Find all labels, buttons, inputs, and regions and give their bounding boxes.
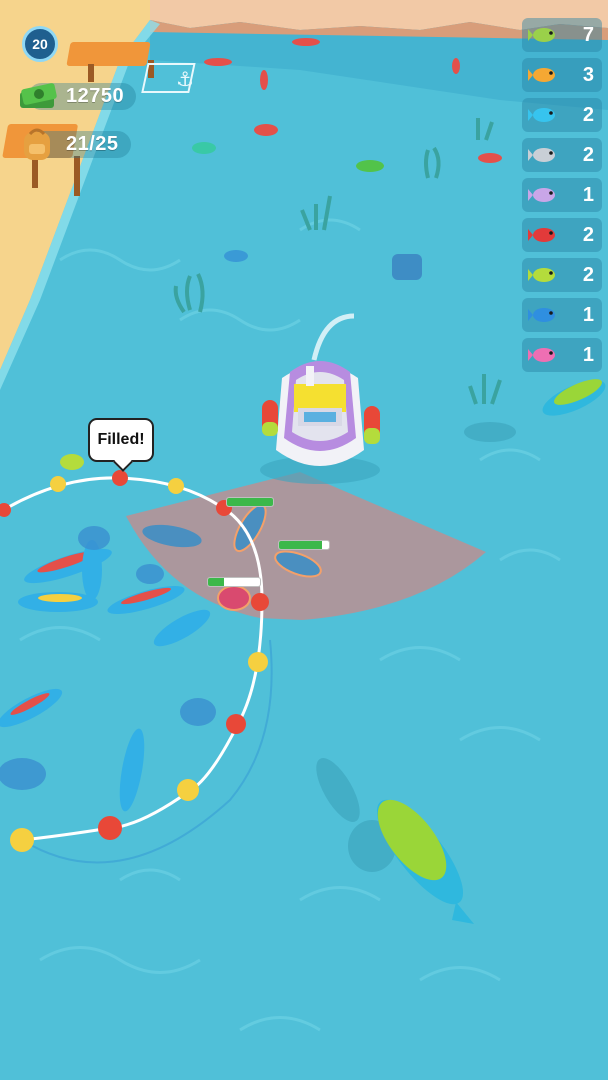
fish-count-value: 1 — [582, 343, 594, 366]
svg-text:⚓: ⚓ — [176, 67, 194, 91]
fish-count-row: 7 — [522, 18, 602, 52]
pink-fish-icon — [528, 348, 555, 362]
fish-count-value: 7 — [582, 23, 594, 46]
level-badge: 20 — [22, 26, 58, 62]
backpack-icon — [24, 128, 50, 160]
fish-count-row: 2 — [522, 258, 602, 292]
fish-count-value: 2 — [582, 143, 594, 166]
fish-count-value: 2 — [582, 103, 594, 126]
fish-count-value: 3 — [582, 63, 594, 86]
striped-fish-icon — [528, 308, 555, 322]
fish-count-row: 3 — [522, 58, 602, 92]
catch-progress-fill-3 — [208, 578, 224, 586]
catch-progress-fill-2 — [279, 541, 322, 549]
cash-stack-icon — [20, 83, 57, 108]
orange-fish-icon — [528, 68, 555, 82]
catch-progress-fill-1 — [227, 498, 273, 506]
lime-fish-icon — [528, 268, 555, 282]
bag-capacity: 21/25 — [16, 126, 131, 162]
fish-count-row: 1 — [522, 338, 602, 372]
speech-bubble: Filled! — [88, 418, 154, 462]
fish-count-value: 1 — [582, 183, 594, 206]
purple-fish-icon — [528, 188, 555, 202]
red-fish-icon — [528, 228, 555, 242]
fish-count-value: 1 — [582, 303, 594, 326]
fish-count-row: 2 — [522, 98, 602, 132]
fish-count-row: 2 — [522, 218, 602, 252]
fish-count-row: 1 — [522, 298, 602, 332]
money-counter: 12750 — [16, 78, 137, 114]
catch-progress-bar-3 — [207, 577, 261, 587]
catch-progress-bar-2 — [278, 540, 330, 550]
fish-count-value: 2 — [582, 263, 594, 286]
fish-count-row: 2 — [522, 138, 602, 172]
level-number: 20 — [32, 36, 48, 52]
blue-fish-icon — [528, 108, 555, 122]
green-fish-icon — [528, 28, 555, 42]
catch-progress-bar-1 — [226, 497, 274, 507]
speech-bubble-text: Filled! — [97, 431, 145, 448]
caught-fish-list: 7 3 2 2 1 2 2 1 1 — [522, 18, 602, 378]
fish-count-value: 2 — [582, 223, 594, 246]
fish-count-row: 1 — [522, 178, 602, 212]
grey-dolphin-icon — [528, 148, 555, 162]
